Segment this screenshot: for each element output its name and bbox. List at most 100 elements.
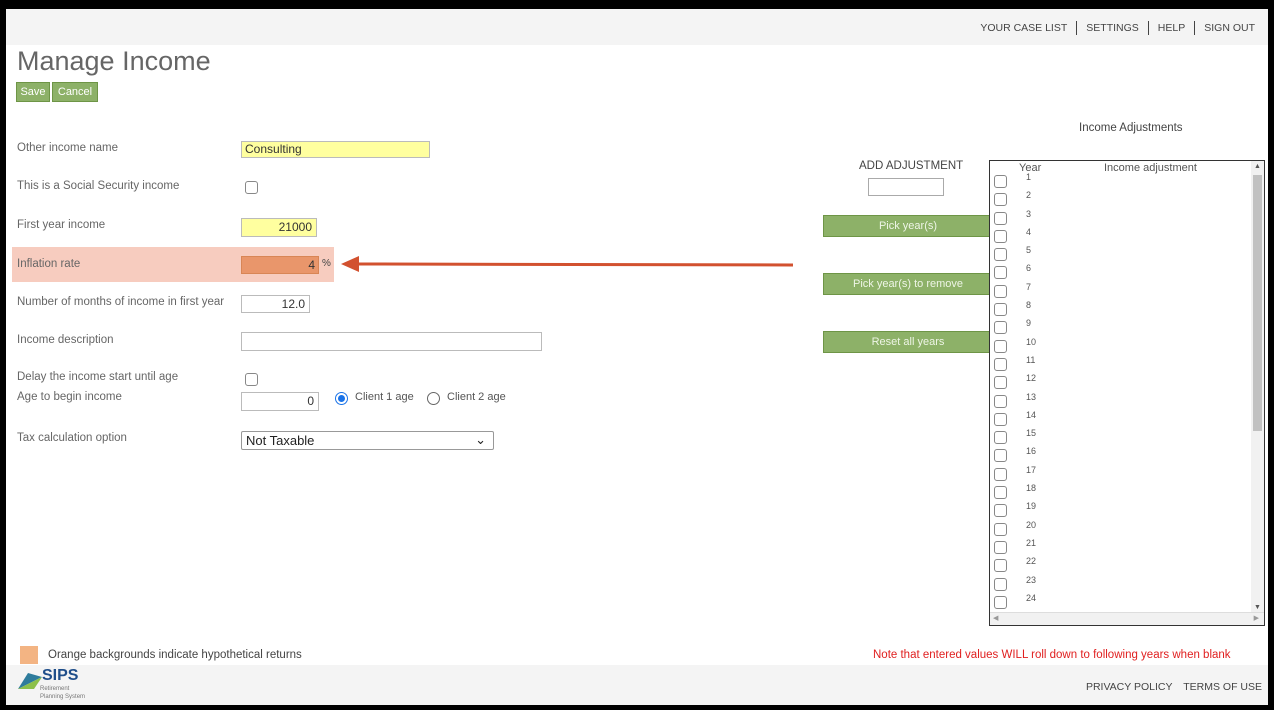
inflation-rate-label: Inflation rate	[17, 258, 81, 270]
reset-all-years-button[interactable]: Reset all years	[823, 331, 993, 353]
pick-years-button[interactable]: Pick year(s)	[823, 215, 993, 237]
sips-logo: SIPS Retirement Planning System	[18, 667, 108, 705]
year-checkbox[interactable]	[994, 595, 1007, 609]
year-checkbox[interactable]	[994, 211, 1007, 225]
adjustment-row: 19	[990, 500, 1252, 518]
terms-of-use-link[interactable]: TERMS OF USE	[1183, 681, 1262, 693]
vertical-scrollbar[interactable]: ▲ ▼	[1251, 161, 1264, 613]
inflation-rate-input[interactable]: 4	[241, 256, 319, 274]
scroll-right-icon[interactable]: ▶	[1254, 614, 1259, 622]
year-checkbox[interactable]	[994, 412, 1007, 426]
year-label: 5	[1026, 245, 1032, 256]
year-checkbox[interactable]	[994, 376, 1007, 390]
page-title: Manage Income	[17, 46, 211, 76]
client2-age-label: Client 2 age	[447, 391, 506, 403]
year-label: 10	[1026, 336, 1037, 347]
legend-swatch	[20, 646, 38, 664]
year-checkbox[interactable]	[994, 449, 1007, 463]
client1-age-radio[interactable]	[335, 392, 348, 405]
year-checkbox[interactable]	[994, 229, 1007, 243]
year-checkbox[interactable]	[994, 394, 1007, 408]
add-adjustment-input[interactable]	[868, 178, 944, 196]
scroll-down-icon[interactable]: ▼	[1254, 604, 1261, 611]
logo-text: SIPS	[42, 667, 79, 684]
nav-settings[interactable]: SETTINGS	[1077, 22, 1148, 34]
top-nav: YOUR CASE LIST SETTINGS HELP SIGN OUT	[6, 9, 1268, 45]
months-first-year-input[interactable]: 12.0	[241, 295, 310, 313]
pick-years-remove-button[interactable]: Pick year(s) to remove	[823, 273, 993, 295]
year-checkbox[interactable]	[994, 577, 1007, 591]
adjustment-row: 12	[990, 372, 1252, 390]
adjustment-row: 22	[990, 555, 1252, 573]
adjustment-row: 16	[990, 445, 1252, 463]
adjustment-row: 2	[990, 189, 1252, 207]
year-label: 2	[1026, 190, 1032, 201]
year-checkbox[interactable]	[994, 467, 1007, 481]
year-checkbox[interactable]	[994, 339, 1007, 353]
delay-start-checkbox[interactable]	[245, 373, 258, 386]
year-checkbox[interactable]	[994, 504, 1007, 518]
year-checkbox[interactable]	[994, 486, 1007, 500]
year-checkbox[interactable]	[994, 321, 1007, 335]
adjustment-row: 9	[990, 317, 1252, 335]
nav-sign-out[interactable]: SIGN OUT	[1195, 22, 1264, 34]
year-label: 6	[1026, 263, 1032, 274]
year-checkbox[interactable]	[994, 303, 1007, 317]
cancel-button[interactable]: Cancel	[52, 82, 98, 102]
nav-case-list[interactable]: YOUR CASE LIST	[971, 22, 1076, 34]
year-checkbox[interactable]	[994, 540, 1007, 554]
year-checkbox[interactable]	[994, 357, 1007, 371]
age-to-begin-input[interactable]: 0	[241, 392, 319, 411]
income-adjustments-title: Income Adjustments	[1079, 122, 1183, 134]
scroll-left-icon[interactable]: ◀	[993, 614, 998, 622]
year-checkbox[interactable]	[994, 284, 1007, 298]
year-label: 7	[1026, 281, 1032, 292]
adjustment-row: 6	[990, 262, 1252, 280]
delay-start-label: Delay the income start until age	[17, 371, 179, 383]
other-income-name-input[interactable]: Consulting	[241, 141, 430, 158]
tax-option-value: Not Taxable	[246, 433, 315, 448]
first-year-income-input[interactable]: 21000	[241, 218, 317, 237]
percent-unit: %	[322, 258, 331, 269]
tax-option-select[interactable]: Not Taxable ⌄	[241, 431, 494, 450]
year-checkbox[interactable]	[994, 193, 1007, 207]
year-checkbox[interactable]	[994, 175, 1007, 188]
adjustment-row: 10	[990, 336, 1252, 354]
year-label: 3	[1026, 208, 1032, 219]
adjustment-rows: 1 2 3 4 5 6 7 8 9 10 11 12 13 14 15 16 17 18 19 20 21 22 23 24	[990, 171, 1252, 610]
adjustment-row: 23	[990, 574, 1252, 592]
legend-text: Orange backgrounds indicate hypothetical…	[48, 649, 302, 661]
nav-help[interactable]: HELP	[1149, 22, 1194, 34]
year-label: 13	[1026, 391, 1037, 402]
client1-age-label: Client 1 age	[355, 391, 414, 403]
year-label: 1	[1026, 172, 1032, 182]
year-checkbox[interactable]	[994, 522, 1007, 536]
client2-age-radio[interactable]	[427, 392, 440, 405]
year-checkbox[interactable]	[994, 266, 1007, 280]
logo-subtitle-2: Planning System	[40, 694, 86, 700]
year-label: 12	[1026, 373, 1037, 384]
year-checkbox[interactable]	[994, 248, 1007, 262]
social-security-label: This is a Social Security income	[17, 180, 180, 192]
adjustment-row: 7	[990, 281, 1252, 299]
privacy-policy-link[interactable]: PRIVACY POLICY	[1086, 681, 1172, 693]
year-checkbox[interactable]	[994, 431, 1007, 445]
year-label: 23	[1026, 574, 1037, 585]
months-first-year-label: Number of months of income in first year	[17, 296, 225, 308]
adjustment-row: 8	[990, 299, 1252, 317]
social-security-checkbox[interactable]	[245, 181, 258, 194]
logo-subtitle-1: Retirement	[40, 686, 70, 692]
save-button[interactable]: Save	[16, 82, 50, 102]
year-label: 8	[1026, 300, 1032, 311]
adjustment-row: 1	[990, 171, 1252, 189]
year-label: 17	[1026, 464, 1037, 475]
income-description-input[interactable]	[241, 332, 542, 351]
horizontal-scrollbar[interactable]: ◀ ▶	[990, 612, 1264, 625]
scrollbar-thumb[interactable]	[1253, 175, 1262, 431]
year-checkbox[interactable]	[994, 559, 1007, 573]
income-description-label: Income description	[17, 334, 114, 346]
income-adjustments-table[interactable]: Year Income adjustment 1 2 3 4 5 6 7 8 9 10 11 12 13…	[989, 160, 1265, 626]
scroll-up-icon[interactable]: ▲	[1254, 163, 1261, 170]
adjustment-row: 3	[990, 208, 1252, 226]
footer-links: PRIVACY POLICY TERMS OF USE	[1078, 681, 1262, 693]
